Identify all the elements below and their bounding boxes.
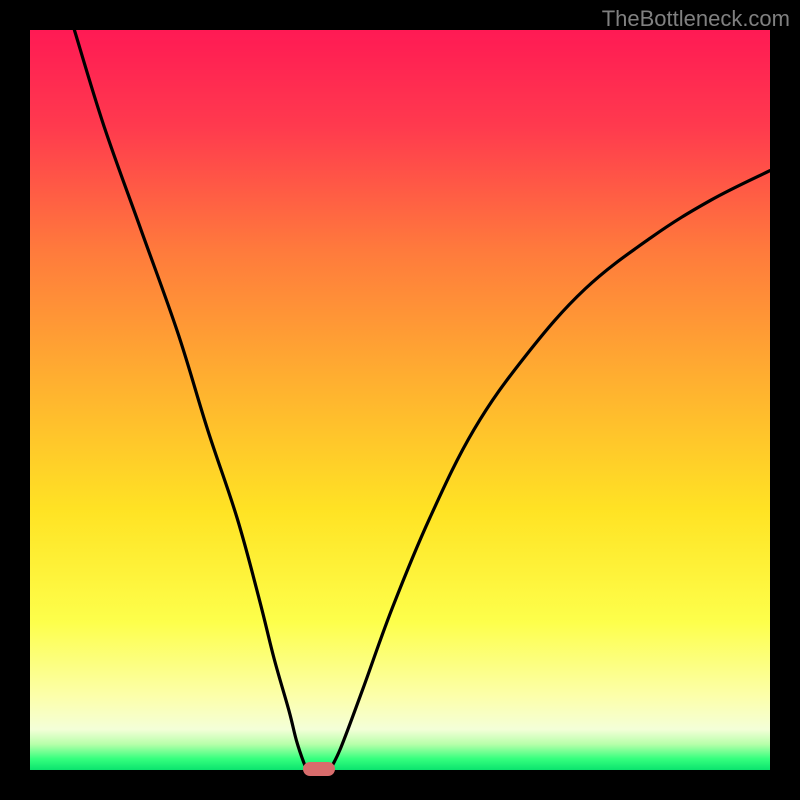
left-branch-curve (74, 30, 307, 770)
right-branch-curve (330, 171, 770, 770)
plot-area (30, 30, 770, 770)
attribution-text: TheBottleneck.com (602, 6, 790, 32)
minimum-marker (303, 762, 335, 777)
chart-frame: TheBottleneck.com (0, 0, 800, 800)
curve-layer (30, 30, 770, 770)
